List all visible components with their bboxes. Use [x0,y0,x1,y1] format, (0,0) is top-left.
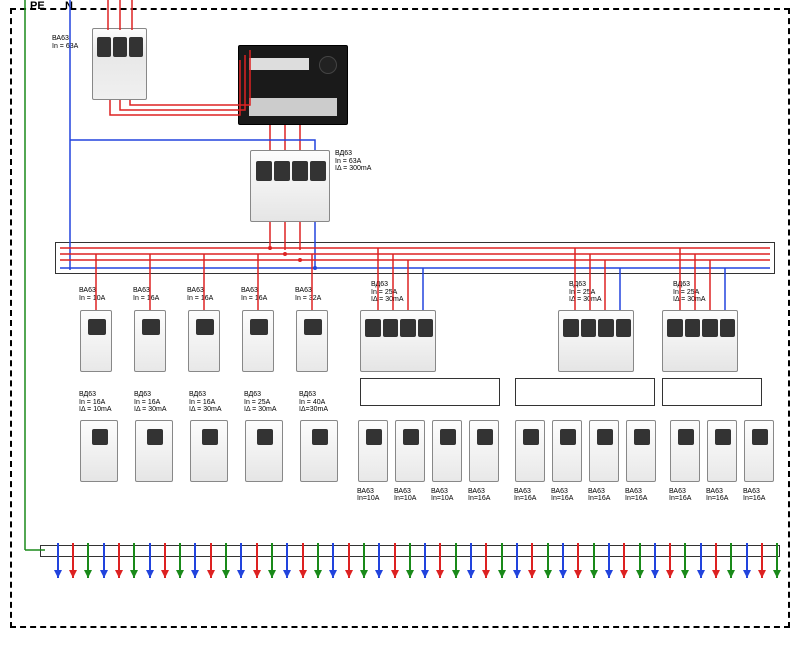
cb: ВА63In = 16A [134,310,166,372]
cb-row-top: ВА63In = 10A ВА63In = 16A ВА63In = 16A В… [80,310,328,372]
rcd: ВД63In = 25AIΔ = 30mA [360,310,436,372]
cb: ВА63In = 10A [80,310,112,372]
main-breaker [92,28,147,100]
cb: ВА63In = 16A [188,310,220,372]
cb: ВА63In=16A [515,420,545,482]
cb: ВА63In = 16A [242,310,274,372]
cb: ВА63In=16A [469,420,499,482]
rcbo: ВД63In = 16AIΔ = 30mA [190,420,228,482]
rcbo: ВД63In = 16AIΔ = 10mA [80,420,118,482]
bottom-cb-group: ВА63In=16A ВА63In=16A ВА63In=16A [670,420,774,482]
main-rcd-label: ВД63 In = 63A IΔ = 300mA [335,150,371,173]
cb: ВА63In=10A [358,420,388,482]
bottom-cb-group: ВА63In=16A ВА63In=16A ВА63In=16A ВА63In=… [515,420,656,482]
bus-bar-upper [55,242,775,274]
cb: ВА63In=16A [626,420,656,482]
rcbo-row: ВД63In = 16AIΔ = 10mA ВД63In = 16AIΔ = 3… [80,420,338,482]
energy-meter [238,45,348,125]
cb: ВА63In=10A [432,420,462,482]
bottom-cb-group: ВА63In=10A ВА63In=10A ВА63In=10A ВА63In=… [358,420,499,482]
mini-bus [515,378,655,406]
cb: ВА63In=16A [744,420,774,482]
rcd-group: ВД63In = 25AIΔ = 30mA [360,310,436,372]
mini-bus [662,378,762,406]
cb: ВА63In=16A [670,420,700,482]
cb: ВА63In=16A [552,420,582,482]
mini-bus [360,378,500,406]
main-breaker-label: ВА63 In = 63A [52,35,78,50]
rcbo: ВД63In = 40AIΔ=30mA [300,420,338,482]
cb: ВА63In=10A [395,420,425,482]
rcd-group: ВД63In = 25AIΔ = 30mA ВД63In = 25AIΔ = 3… [558,310,738,372]
rcbo: ВД63In = 25AIΔ = 30mA [245,420,283,482]
main-rcd [250,150,330,222]
rcd: ВД63In = 25AIΔ = 30mA [558,310,634,372]
rcbo: ВД63In = 16AIΔ = 30mA [135,420,173,482]
cb: ВА63In=16A [589,420,619,482]
rcd: ВД63In = 25AIΔ = 30mA [662,310,738,372]
output-arrows [50,570,785,578]
cb: ВА63In=16A [707,420,737,482]
cb: ВА63In = 32A [296,310,328,372]
